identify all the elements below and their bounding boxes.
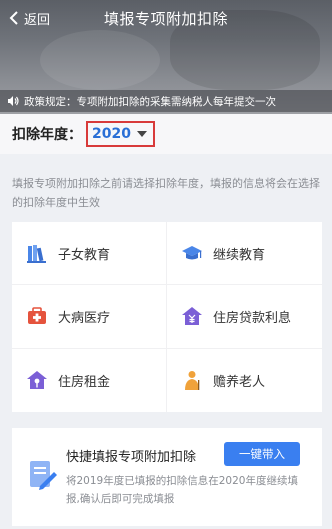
chevron-left-icon [9, 11, 18, 25]
graduation-cap-icon [182, 246, 202, 260]
quick-fill-title: 快捷填报专项附加扣除 [66, 450, 197, 465]
caret-down-icon [136, 131, 147, 137]
year-bar: 扣除年度： 2020 [0, 114, 332, 154]
elderly-person-icon [185, 371, 200, 391]
year-value: 2020 [92, 126, 131, 142]
item-elderly-support[interactable]: 赡养老人 [167, 349, 322, 412]
item-serious-illness[interactable]: 大病医疗 [12, 285, 167, 349]
year-hint: 填报专项附加扣除之前请选择扣除年度，填报的信息将会在选择的扣除年度中生效 [12, 177, 320, 209]
header: 填报专项附加扣除 返回 政策规定：专项附加扣除的采集需纳税人每年提交一次 [0, 0, 332, 114]
house-key-icon [27, 371, 47, 390]
item-continuing-education[interactable]: 继续教育 [167, 222, 322, 286]
item-label: 子女教育 [58, 247, 111, 263]
item-label: 赡养老人 [213, 374, 266, 390]
item-housing-rent[interactable]: 住房租金 [12, 348, 167, 412]
deduction-grid: 子女教育 继续教育 大病医疗 住房贷款利息 住房租金 赡养老人 [12, 222, 322, 412]
back-button[interactable]: 返回 [8, 8, 50, 28]
edit-document-icon [30, 461, 57, 490]
header-decoration [40, 30, 160, 90]
item-child-education[interactable]: 子女教育 [12, 222, 167, 286]
medical-kit-icon [28, 307, 46, 325]
policy-banner: 政策规定：专项附加扣除的采集需纳税人每年提交一次 [0, 90, 332, 112]
year-label: 扣除年度： [12, 127, 82, 143]
one-click-import-button[interactable]: 一键带入 [224, 442, 300, 466]
quick-fill-card: 快捷填报专项附加扣除 一键带入 将2019年度已填报的扣除信息在2020年度继续… [12, 428, 322, 526]
item-mortgage-interest[interactable]: 住房贷款利息 [167, 285, 322, 349]
item-label: 继续教育 [213, 247, 266, 263]
books-icon [27, 245, 46, 264]
speaker-icon [8, 96, 19, 106]
year-select[interactable]: 2020 [86, 121, 155, 147]
item-label: 住房贷款利息 [213, 310, 292, 326]
quick-fill-description: 将2019年度已填报的扣除信息在2020年度继续填报,确认后即可完成填报 [66, 475, 298, 505]
item-label: 大病医疗 [58, 310, 111, 326]
policy-text: 政策规定：专项附加扣除的采集需纳税人每年提交一次 [24, 95, 276, 108]
item-label: 住房租金 [58, 374, 111, 390]
back-label: 返回 [24, 12, 51, 28]
house-yen-icon [182, 307, 202, 326]
